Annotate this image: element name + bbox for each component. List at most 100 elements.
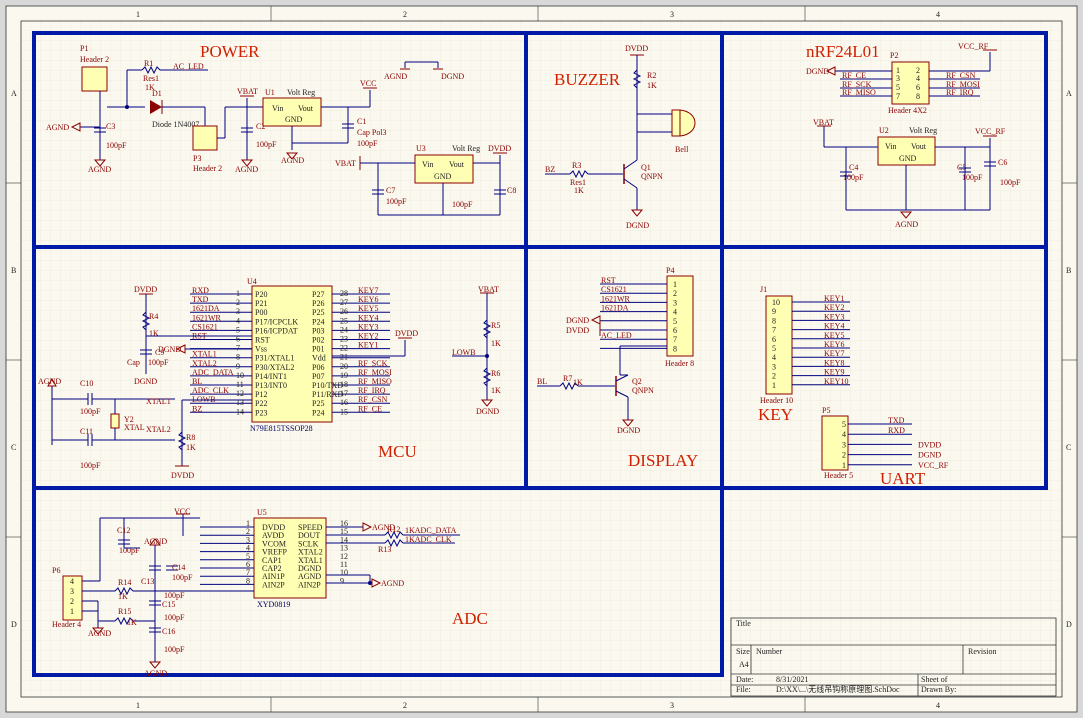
- c8-value: 100pF: [452, 200, 473, 209]
- header-p1[interactable]: [81, 66, 108, 92]
- date-label: Date:: [736, 675, 753, 684]
- c11-label: C11: [80, 427, 93, 436]
- mcu-vbat: VBAT: [478, 285, 499, 294]
- header-p3[interactable]: [192, 125, 218, 151]
- r6-value: 1K: [491, 386, 501, 395]
- adc-agnd-3: AGND: [88, 629, 111, 638]
- mcu-left-pin-name-10: P14/INT1: [255, 372, 287, 381]
- mcu-left-pin-num-8: 8: [236, 353, 240, 362]
- row-d-right: D: [1066, 620, 1072, 629]
- display-pin-num-5: 5: [673, 317, 677, 326]
- p2-pin-6: 6: [916, 83, 920, 92]
- u2-vout: Vout: [911, 142, 927, 151]
- key-pin-num-10: 1: [772, 381, 776, 390]
- adc-right-pin-name-8: AIN2P: [298, 580, 321, 589]
- uart-pin-num-4: 2: [842, 451, 846, 460]
- key-pin-num-8: 3: [772, 362, 776, 371]
- section-title-power: POWER: [200, 42, 260, 61]
- revision-label: Revision: [968, 647, 996, 656]
- key-net-7: KEY7: [824, 349, 844, 358]
- bl-net: BL: [537, 377, 547, 386]
- display-net-1: RST: [601, 276, 616, 285]
- key-pin-num-6: 5: [772, 344, 776, 353]
- r2-value: 1K: [647, 81, 657, 90]
- mcu-left-net-5: CS1621: [192, 322, 218, 331]
- mcu-right-pin-num-14: 15: [340, 407, 348, 416]
- c10-label: C10: [80, 379, 93, 388]
- c13-value: 100pF: [164, 591, 185, 600]
- display-dvdd: DVDD: [566, 326, 589, 335]
- header-j1[interactable]: [765, 295, 793, 395]
- header-p4[interactable]: [666, 275, 694, 357]
- mcu-right-pin-num-4: 25: [340, 316, 348, 325]
- drawn-by-label: Drawn By:: [921, 685, 956, 694]
- row-a-right: A: [1066, 89, 1072, 98]
- y2-name: XTAL: [124, 423, 145, 432]
- uart-pin-num-2: 4: [842, 430, 846, 439]
- p1-label: P1: [80, 44, 88, 53]
- mcu-right-pin-num-1: 28: [340, 289, 348, 298]
- mcu-left-pin-num-5: 5: [236, 325, 240, 334]
- u2-label: U2: [879, 126, 889, 135]
- row-b-left: B: [11, 266, 16, 275]
- mcu-right-net-9: RF_SCK: [358, 359, 388, 368]
- kadc-data-net: 1KADC_DATA: [405, 526, 457, 535]
- crystal-y2[interactable]: [110, 413, 120, 429]
- key-pin-num-2: 9: [772, 307, 776, 316]
- r2-label: R2: [647, 71, 656, 80]
- vbat-label-2: VBAT: [335, 159, 356, 168]
- mcu-right-net-2: KEY6: [358, 295, 378, 304]
- mcu-right-net-5: KEY3: [358, 322, 378, 331]
- mcu-right-pin-name-1: P27: [312, 290, 324, 299]
- mcu-dvdd-1: DVDD: [134, 285, 157, 294]
- row-d-left: D: [11, 620, 17, 629]
- vbat-label-1: VBAT: [237, 87, 258, 96]
- buzzer-dvdd: DVDD: [625, 44, 648, 53]
- mcu-left-net-3: 1621DA: [192, 304, 220, 313]
- r15-value: 1K: [127, 618, 137, 627]
- key-net-4: KEY4: [824, 322, 844, 331]
- mcu-right-pin-num-5: 24: [340, 325, 348, 334]
- c7-label: C7: [386, 186, 395, 195]
- c1-label: C1: [357, 117, 366, 126]
- agnd-label-4: AGND: [281, 156, 304, 165]
- adc-left-pin-num-8: 8: [246, 576, 250, 585]
- uart-net-2: RXD: [888, 426, 905, 435]
- display-net-3: 1621WR: [601, 294, 631, 303]
- display-dgnd: DGND: [566, 316, 589, 325]
- mcu-right-pin-name-6: P02: [312, 336, 324, 345]
- xtal1-net: XTAL1: [146, 397, 171, 406]
- key-pin-num-5: 6: [772, 335, 776, 344]
- c15-label: C15: [162, 600, 175, 609]
- c5-value: 100pF: [962, 173, 983, 182]
- r12-label: R12: [387, 525, 400, 534]
- mcu-left-pin-name-14: P23: [255, 408, 267, 417]
- c11-value: 100pF: [80, 461, 101, 470]
- mcu-left-pin-name-12: P12: [255, 390, 267, 399]
- c7-value: 100pF: [386, 197, 407, 206]
- c4-value: 100pF: [843, 173, 864, 182]
- buzzer-dgnd: DGND: [626, 221, 649, 230]
- ac-led-net: AC_LED: [173, 62, 204, 71]
- mcu-left-pin-name-3: P00: [255, 308, 267, 317]
- mcu-right-pin-name-4: P24: [312, 317, 324, 326]
- mcu-left-net-1: RXD: [192, 286, 209, 295]
- display-net-4: 1621DA: [601, 304, 629, 313]
- adc-vcc: VCC: [174, 507, 190, 516]
- c6-value: 100pF: [1000, 178, 1021, 187]
- row-c-right: C: [1066, 443, 1071, 452]
- size-value: A4: [739, 660, 749, 669]
- mcu-right-net-10: RF_MOSI: [358, 368, 392, 377]
- nrf-net-rf-csn: RF_CSN: [946, 71, 976, 80]
- mcu-left-pin-num-2: 2: [236, 298, 240, 307]
- key-net-5: KEY5: [824, 331, 844, 340]
- c1-value: 100pF: [357, 139, 378, 148]
- mcu-left-pin-name-6: RST: [255, 336, 270, 345]
- p1-name: Header 2: [80, 55, 109, 64]
- c3-label: C3: [106, 122, 115, 131]
- mcu-left-net-11: BL: [192, 377, 202, 386]
- mcu-left-pin-name-1: P20: [255, 290, 267, 299]
- display-pin-num-7: 7: [673, 335, 677, 344]
- r7-value: 1K: [573, 378, 583, 387]
- mcu-left-pin-num-9: 9: [236, 362, 240, 371]
